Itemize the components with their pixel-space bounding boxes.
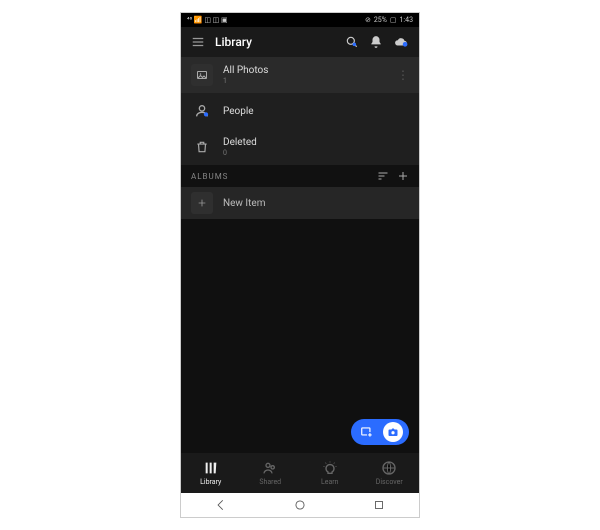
fab[interactable] [351, 419, 409, 445]
add-photo-icon[interactable] [357, 422, 377, 442]
menu-icon[interactable] [191, 35, 205, 49]
nav-label: Shared [259, 478, 281, 486]
plus-icon [191, 192, 213, 214]
trash-icon [191, 136, 213, 158]
page-title: Library [215, 35, 335, 49]
row-label: People [223, 106, 409, 117]
row-deleted[interactable]: Deleted 0 [181, 129, 419, 165]
bottom-nav: Library Shared Learn Discover [181, 453, 419, 493]
more-icon[interactable]: ⋮ [397, 69, 409, 81]
sort-icon[interactable] [377, 170, 389, 182]
section-label: ALBUMS [191, 172, 369, 181]
nav-label: Learn [321, 478, 339, 486]
phone-frame: ⁴⁶ 📶 ◫ ◫ ▣ ⊘ 25% ▢ 1:43 Library All Phot [180, 12, 420, 518]
album-label: New Item [223, 198, 266, 209]
nav-label: Discover [376, 478, 403, 486]
status-battery: 25% [374, 16, 387, 24]
tab-discover[interactable]: Discover [360, 460, 420, 486]
camera-icon[interactable] [383, 422, 403, 442]
recents-icon[interactable] [372, 498, 386, 512]
tab-library[interactable]: Library [181, 460, 241, 486]
row-label: Deleted [223, 137, 409, 148]
add-album-icon[interactable] [397, 170, 409, 182]
status-dnd-icon: ⊘ [365, 16, 371, 24]
search-icon[interactable] [345, 35, 359, 49]
tab-learn[interactable]: Learn [300, 460, 360, 486]
battery-icon: ▢ [390, 16, 397, 24]
home-icon[interactable] [293, 498, 307, 512]
back-icon[interactable] [214, 498, 228, 512]
row-people[interactable]: People [181, 93, 419, 129]
status-left: ⁴⁶ 📶 ◫ ◫ ▣ [187, 16, 228, 24]
status-bar: ⁴⁶ 📶 ◫ ◫ ▣ ⊘ 25% ▢ 1:43 [181, 13, 419, 27]
system-nav [181, 493, 419, 517]
row-label: All Photos [223, 65, 387, 76]
cloud-icon[interactable] [393, 35, 409, 49]
nav-label: Library [200, 478, 221, 486]
app-header: Library [181, 27, 419, 57]
album-new-item[interactable]: New Item [181, 187, 419, 219]
albums-header: ALBUMS [181, 165, 419, 187]
status-time: 1:43 [400, 16, 414, 24]
notifications-icon[interactable] [369, 35, 383, 49]
row-count: 0 [223, 149, 409, 157]
row-count: 1 [223, 77, 387, 85]
content-area [181, 219, 419, 453]
people-icon [191, 100, 213, 122]
tab-shared[interactable]: Shared [241, 460, 301, 486]
row-all-photos[interactable]: All Photos 1 ⋮ [181, 57, 419, 93]
photos-icon [191, 64, 213, 86]
